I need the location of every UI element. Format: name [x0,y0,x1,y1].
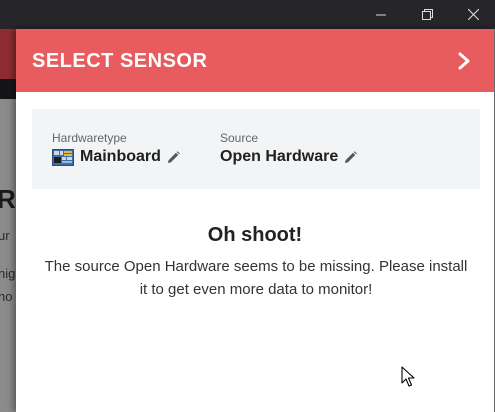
close-button[interactable] [450,0,495,29]
source-field: Source Open Hardware [220,131,358,166]
background-text: ur [0,228,10,243]
source-value: Open Hardware [220,148,339,165]
panel-title: SELECT SENSOR [32,50,208,72]
title-bar [0,0,495,29]
mouse-cursor-icon [401,366,415,387]
restore-icon [421,9,433,20]
minimize-icon [376,14,386,15]
hardwaretype-field: Hardwaretype Mainboard [52,131,180,166]
edit-hardwaretype-icon[interactable] [167,150,180,164]
source-label: Source [220,131,259,145]
hardwaretype-value: Mainboard [80,148,161,165]
select-sensor-panel: SELECT SENSOR Hardwaretype Mainboard Sou… [16,29,494,412]
minimize-button[interactable] [358,0,404,29]
sensor-info-box: Hardwaretype Mainboard Source Open Hardw… [32,109,480,189]
message-title: Oh shoot! [207,224,303,246]
next-button[interactable] [450,47,478,75]
app-window: R ur nig ho SELECT SENSOR Hardwaretype M… [0,0,495,412]
restore-button[interactable] [404,0,450,29]
background-text: ho [0,289,13,304]
source-value-row[interactable]: Open Hardware [220,148,358,166]
background-text: R [0,184,16,214]
hardwaretype-value-row[interactable]: Mainboard [52,148,180,166]
chevron-right-icon [458,52,470,70]
background-text: nig [0,266,16,281]
hardwaretype-label: Hardwaretype [52,131,127,145]
close-icon [467,9,479,20]
mainboard-icon [52,148,74,166]
edit-source-icon[interactable] [344,150,358,164]
panel-header: SELECT SENSOR [16,29,494,92]
message-body: The source Open Hardware seems to be mis… [44,258,468,298]
